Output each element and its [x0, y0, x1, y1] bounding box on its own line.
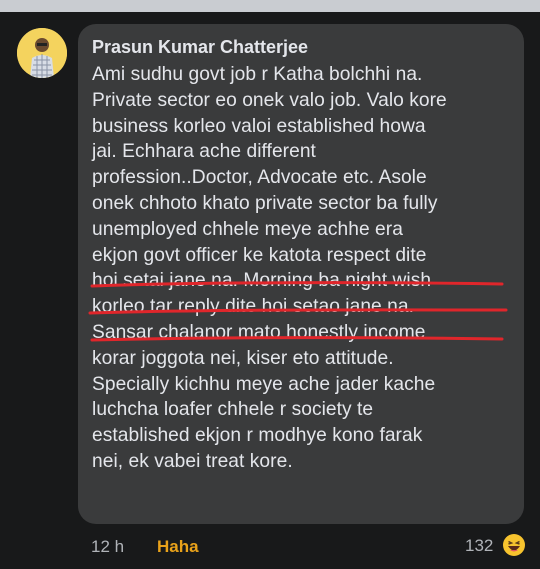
haha-emoji-icon[interactable] [502, 533, 526, 562]
comment-timestamp[interactable]: 12 h [91, 537, 124, 557]
comment-footer: 12 h Haha 132 [0, 532, 540, 560]
haha-reaction-button[interactable]: Haha [157, 537, 199, 557]
red-underline-markup [88, 281, 508, 342]
reaction-count[interactable]: 132 [465, 536, 493, 556]
